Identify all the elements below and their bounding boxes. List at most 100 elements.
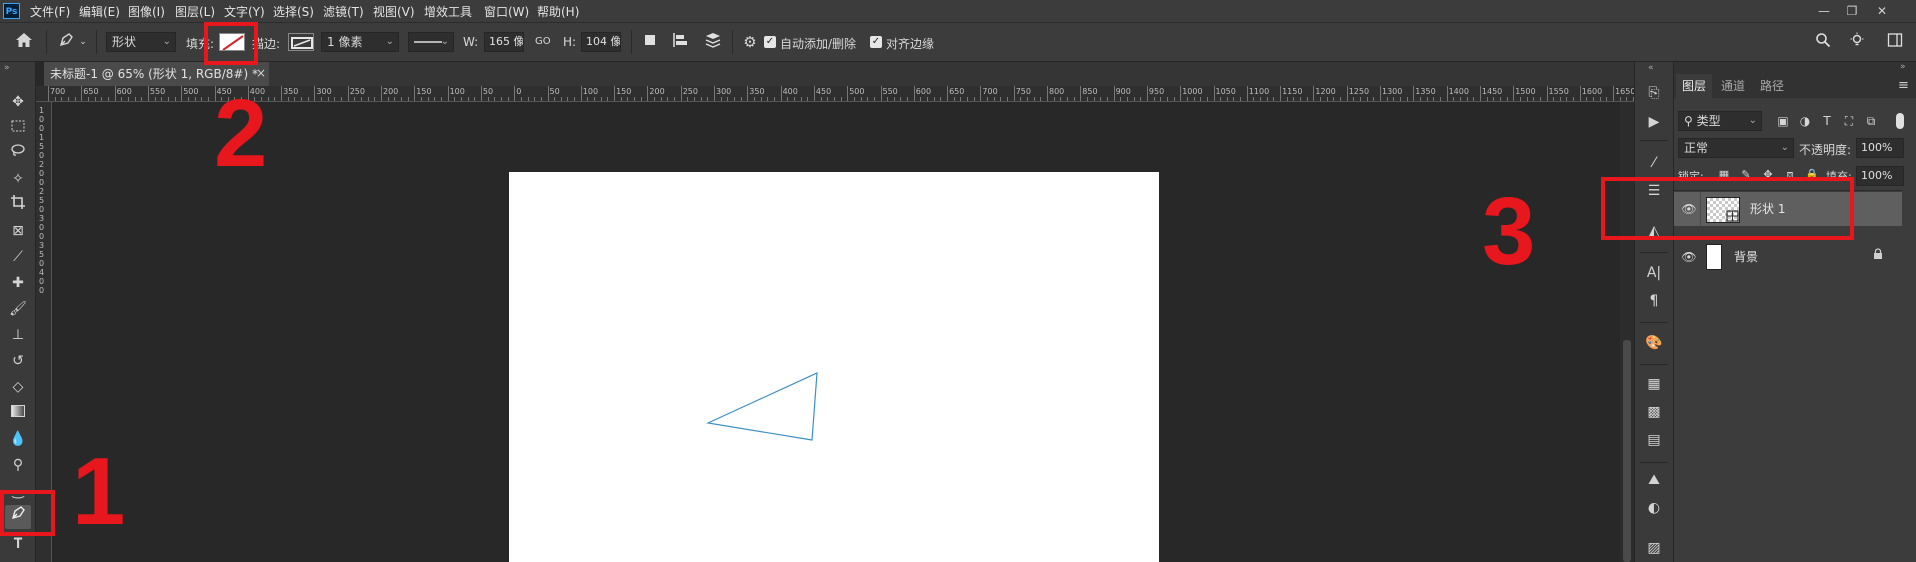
menu-view[interactable]: 视图(V) xyxy=(373,3,415,20)
marquee-tool-icon[interactable] xyxy=(5,116,31,140)
auto-add-delete-checkbox[interactable]: ✓ xyxy=(764,36,776,48)
layer-filter-select[interactable]: ⚲ 类型 ⌄ xyxy=(1678,111,1762,131)
stroke-width-select[interactable]: 1 像素 ⌄ xyxy=(321,32,399,52)
collapse-panel-icon[interactable]: » xyxy=(1900,62,1906,72)
align-edges-checkbox[interactable]: ✓ xyxy=(870,36,882,48)
tab-paths[interactable]: 路径 xyxy=(1760,74,1784,98)
menu-image[interactable]: 图像(I) xyxy=(128,3,165,20)
healing-brush-tool-icon[interactable]: ✚ xyxy=(5,271,31,295)
ruler-tick-label: 1450 xyxy=(1481,87,1503,96)
ruler-minor-tick xyxy=(354,97,356,101)
eraser-tool-icon[interactable]: ◇ xyxy=(5,375,31,399)
menu-edit[interactable]: 编辑(E) xyxy=(79,3,120,20)
menu-help[interactable]: 帮助(H) xyxy=(537,3,579,20)
layer-name[interactable]: 背景 xyxy=(1734,240,1758,274)
history-brush-tool-icon[interactable]: ↺ xyxy=(5,349,31,373)
gradient-tool-icon[interactable] xyxy=(5,401,31,425)
gradients-panel-icon[interactable]: ▤ xyxy=(1643,429,1665,451)
panel-icon[interactable] xyxy=(1884,32,1906,52)
brush-settings-icon[interactable]: ⁄ xyxy=(1643,152,1665,174)
path-operations-icon[interactable] xyxy=(640,32,660,52)
menu-plugins[interactable]: 增效工具 xyxy=(424,3,472,20)
chevron-down-icon[interactable]: ⌄ xyxy=(78,34,88,50)
menu-filter[interactable]: 滤镜(T) xyxy=(323,3,364,20)
eyedropper-tool-icon[interactable]: ⟋ xyxy=(5,245,31,269)
filter-type-icon[interactable]: T xyxy=(1818,111,1836,131)
ruler-tick-label: 0 xyxy=(39,178,45,187)
ruler-minor-tick xyxy=(1033,97,1035,101)
tab-channels[interactable]: 通道 xyxy=(1721,74,1745,98)
collapse-dock-icon[interactable]: « xyxy=(1648,63,1654,73)
swatches-panel-icon[interactable]: ▦ xyxy=(1643,373,1665,395)
close-tab-icon[interactable]: × xyxy=(256,66,266,80)
blur-tool-icon[interactable]: 💧 xyxy=(5,427,31,451)
home-icon[interactable] xyxy=(12,32,36,52)
layer-thumbnail-background[interactable] xyxy=(1706,244,1722,270)
pen-tool-icon[interactable] xyxy=(56,32,76,52)
magic-wand-tool-icon[interactable]: ✧ xyxy=(5,167,31,191)
menu-file[interactable]: 文件(F) xyxy=(30,3,70,20)
filter-adjustment-icon[interactable]: ◑ xyxy=(1796,111,1814,131)
brush-tool-icon[interactable]: 🖌 xyxy=(5,297,31,321)
ruler-tick-label: 900 xyxy=(1115,87,1131,96)
path-alignment-icon[interactable] xyxy=(670,32,690,52)
patterns-panel-icon[interactable]: ▩ xyxy=(1643,401,1665,423)
filter-pixel-icon[interactable]: ▣ xyxy=(1774,111,1792,131)
minimize-button[interactable]: — xyxy=(1814,2,1834,20)
gear-icon[interactable]: ⚙ xyxy=(740,32,760,52)
crop-tool-icon[interactable] xyxy=(5,193,31,217)
filter-shape-icon[interactable]: ⛶ xyxy=(1840,111,1858,131)
search-icon[interactable] xyxy=(1812,32,1834,52)
paragraph-panel-icon[interactable]: ¶ xyxy=(1643,290,1665,312)
dodge-tool-icon[interactable]: ⚲ xyxy=(5,453,31,477)
ruler-minor-tick xyxy=(61,97,63,101)
height-input[interactable]: 104 像 xyxy=(581,32,621,52)
stroke-swatch[interactable] xyxy=(288,33,314,51)
stamp-tool-icon[interactable]: ⊥ xyxy=(5,323,31,347)
lightbulb-icon[interactable] xyxy=(1846,32,1868,52)
history-panel-icon[interactable]: ⎘ xyxy=(1643,82,1665,104)
link-dimensions-icon[interactable]: GO xyxy=(535,36,551,47)
close-button[interactable]: ✕ xyxy=(1872,2,1892,20)
ruler-minor-tick xyxy=(1093,97,1095,101)
menu-select[interactable]: 选择(S) xyxy=(273,3,314,20)
collapse-toolbar-icon[interactable]: » xyxy=(4,63,10,73)
panel-menu-icon[interactable]: ≡ xyxy=(1898,78,1909,93)
menu-type[interactable]: 文字(Y) xyxy=(224,3,265,20)
layer-filter-value: 类型 xyxy=(1696,114,1721,128)
libraries-panel-icon[interactable]: ⛰ xyxy=(1643,469,1665,491)
triangle-shape-layer[interactable] xyxy=(509,172,1159,562)
ruler-tick xyxy=(1013,86,1015,101)
mode-select[interactable]: 形状 ⌄ xyxy=(106,32,176,52)
layer-comps-icon[interactable]: ▨ xyxy=(1643,537,1665,559)
app-logo[interactable]: Ps xyxy=(3,3,20,19)
lasso-tool-icon[interactable] xyxy=(5,141,31,165)
opacity-input[interactable]: 100% xyxy=(1856,138,1904,158)
path-arrangement-icon[interactable] xyxy=(702,32,724,52)
filter-smart-object-icon[interactable]: ⧉ xyxy=(1862,111,1880,131)
frame-tool-icon[interactable]: ⊠ xyxy=(5,219,31,243)
fill-opacity-input[interactable]: 100% xyxy=(1856,166,1904,186)
stroke-type-select[interactable]: ⌄ xyxy=(408,32,454,52)
ruler-minor-tick xyxy=(1433,97,1435,101)
stroke-line-icon xyxy=(414,41,442,43)
tab-layers[interactable]: 图层 xyxy=(1676,74,1713,98)
blend-mode-select[interactable]: 正常 ⌄ xyxy=(1678,138,1794,158)
color-panel-icon[interactable]: 🎨 xyxy=(1643,332,1665,354)
ruler-minor-tick xyxy=(554,97,556,101)
restore-button[interactable]: ❐ xyxy=(1842,2,1862,20)
character-panel-icon[interactable]: A| xyxy=(1643,262,1665,284)
menu-layer[interactable]: 图层(L) xyxy=(175,3,215,20)
ruler-minor-tick xyxy=(1000,97,1002,101)
width-input[interactable]: 165 像 xyxy=(484,32,524,52)
eye-icon[interactable]: 👁 xyxy=(1680,240,1698,274)
scrollbar-thumb[interactable] xyxy=(1623,340,1631,562)
menu-window[interactable]: 窗口(W) xyxy=(484,3,529,20)
filter-toggle[interactable] xyxy=(1896,113,1904,129)
properties-panel-icon[interactable]: ◐ xyxy=(1643,497,1665,519)
width-label: W: xyxy=(463,35,479,49)
document-canvas[interactable] xyxy=(509,172,1159,562)
move-tool-icon[interactable]: ✥ xyxy=(5,90,31,114)
ruler-minor-tick xyxy=(361,97,363,101)
actions-panel-icon[interactable]: ▶ xyxy=(1643,111,1665,133)
